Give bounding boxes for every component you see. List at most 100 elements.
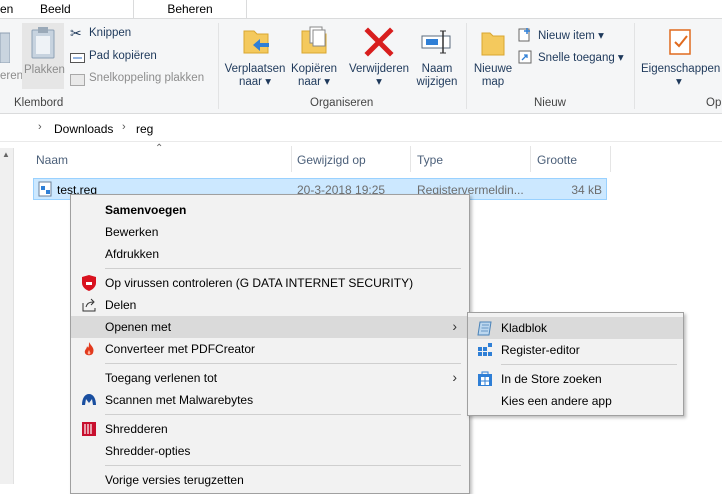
chevron-right-icon: › (38, 121, 42, 133)
column-header-name[interactable]: Naam (36, 153, 68, 167)
menu-item-share[interactable]: Delen (71, 294, 469, 316)
new-folder-icon (481, 32, 505, 56)
properties-label: Eigenschappen (641, 63, 721, 75)
paste-cut-button[interactable]: eren (0, 25, 23, 85)
clipboard-icon (0, 32, 10, 63)
paste-cut-label: eren (0, 70, 24, 82)
rename-icon (421, 30, 451, 54)
copy-to-button[interactable]: Kopiëren naar ▾ (288, 25, 340, 91)
submenu-item-label: Kladblok (501, 321, 548, 335)
easy-access-label: Snelle toegang ▾ (538, 52, 624, 64)
nav-pane-scrollbar[interactable]: ▲ (0, 148, 14, 484)
submenu-item-choose-app[interactable]: Kies een andere app (468, 390, 683, 412)
menu-item-label: Op virussen controleren (G DATA INTERNET… (105, 276, 414, 290)
new-folder-label: Nieuwe (473, 63, 513, 75)
new-item-icon (518, 28, 530, 42)
menu-item-shred[interactable]: Shredderen (71, 418, 469, 440)
menu-separator (105, 363, 461, 364)
menu-item-label: Bewerken (105, 225, 159, 239)
move-to-label-2: naar ▾ (239, 76, 271, 88)
column-header-modified[interactable]: Gewijzigd op (297, 153, 366, 167)
notepad-icon (477, 321, 492, 336)
file-size: 34 kB (571, 183, 602, 197)
column-divider[interactable] (530, 146, 531, 172)
rename-button[interactable]: Naam wijzigen (412, 25, 462, 91)
easy-access-button[interactable]: Snelle toegang ▾ (518, 49, 634, 67)
rename-label-2: wijzigen (416, 76, 458, 88)
menu-item-open-with[interactable]: Openen met › (71, 316, 469, 338)
menu-item-print[interactable]: Afdrukken (71, 243, 469, 265)
organize-group-label: Organiseren (310, 97, 374, 109)
delete-label: Verwijderen (348, 63, 410, 75)
paste-button[interactable]: Plakken (22, 23, 65, 89)
paste-shortcut-button[interactable]: Snelkoppeling plakken (70, 71, 210, 89)
column-divider[interactable] (291, 146, 292, 172)
delete-x-icon (364, 27, 394, 57)
menu-separator (105, 414, 461, 415)
new-item-label: Nieuw item ▾ (538, 30, 604, 42)
copy-to-label-2: naar ▾ (298, 76, 330, 88)
breadcrumb-reg[interactable]: reg (136, 122, 153, 136)
paste-shortcut-icon (70, 74, 85, 86)
menu-item-merge[interactable]: Samenvoegen (71, 199, 469, 221)
gdata-shield-icon (82, 275, 96, 291)
submenu-item-label: Kies een andere app (501, 394, 612, 408)
menu-separator (105, 465, 461, 466)
menu-item-pdfcreator[interactable]: Converteer met PDFCreator (71, 338, 469, 360)
column-header-size[interactable]: Grootte (537, 153, 577, 167)
ribbon-separator (466, 23, 467, 109)
scroll-up-arrow-icon[interactable]: ▲ (2, 150, 10, 159)
move-to-button[interactable]: Verplaatsen naar ▾ (222, 25, 288, 91)
column-divider[interactable] (410, 146, 411, 172)
copy-to-label: Kopiëren (290, 63, 338, 75)
submenu-chevron-icon: › (452, 369, 457, 385)
copy-path-icon (70, 53, 85, 63)
ribbon: eren Plakken ✂ Knippen Pad kopiëren Snel… (0, 19, 722, 114)
properties-button[interactable]: Eigenschappen ▾ (640, 25, 722, 91)
menu-item-previous-versions[interactable]: Vorige versies terugzetten (71, 469, 469, 491)
menu-item-label: Toegang verlenen tot (105, 371, 218, 385)
menu-item-shred-options[interactable]: Shredder-opties (71, 440, 469, 462)
delete-button[interactable]: Verwijderen ▾ (346, 25, 412, 91)
tab-file-partial[interactable]: en (0, 2, 13, 16)
menu-item-label: Shredderen (105, 422, 168, 436)
submenu-chevron-icon: › (452, 318, 457, 334)
menu-item-label: Openen met (105, 320, 172, 334)
cut-button[interactable]: ✂ Knippen (70, 25, 190, 44)
shredder-icon (82, 422, 96, 436)
column-divider[interactable] (610, 146, 611, 172)
menu-item-grant-access[interactable]: Toegang verlenen tot › (71, 367, 469, 389)
properties-dropdown-arrow: ▾ (676, 76, 682, 88)
properties-icon (669, 29, 691, 55)
delete-dropdown-arrow: ▾ (376, 76, 382, 88)
column-header-type[interactable]: Type (417, 153, 443, 167)
copy-path-button[interactable]: Pad kopiëren (70, 49, 190, 67)
menu-item-malwarebytes[interactable]: Scannen met Malwarebytes (71, 389, 469, 411)
new-folder-button[interactable]: Nieuwe map (470, 25, 516, 91)
copy-to-icon (301, 26, 327, 54)
submenu-item-notepad[interactable]: Kladblok (468, 317, 683, 339)
breadcrumb-downloads[interactable]: Downloads (54, 122, 113, 136)
move-to-label: Verplaatsen (224, 63, 286, 75)
pdfcreator-flame-icon (84, 342, 94, 356)
menu-item-label: Afdrukken (105, 247, 160, 261)
paste-shortcut-label: Snelkoppeling plakken (89, 72, 205, 84)
tab-manage[interactable]: Beheren (133, 0, 247, 19)
submenu-item-store[interactable]: In de Store zoeken (468, 368, 683, 390)
submenu-item-regedit[interactable]: Register-editor (468, 339, 683, 361)
ribbon-separator (634, 23, 635, 109)
new-item-button[interactable]: Nieuw item ▾ (518, 27, 628, 45)
share-icon (82, 298, 96, 312)
new-folder-label-2: map (481, 76, 505, 88)
address-bar[interactable]: › Downloads › reg (0, 117, 722, 142)
menu-item-label: Delen (105, 298, 137, 312)
menu-item-label: Samenvoegen (105, 203, 187, 217)
ribbon-separator (218, 23, 219, 109)
tab-view[interactable]: Beeld (40, 2, 71, 16)
submenu-item-label: Register-editor (501, 343, 580, 357)
menu-item-edit[interactable]: Bewerken (71, 221, 469, 243)
paste-label: Plakken (24, 64, 65, 76)
menu-item-virus-scan[interactable]: Op virussen controleren (G DATA INTERNET… (71, 272, 469, 294)
menu-item-label: Scannen met Malwarebytes (105, 393, 254, 407)
registry-editor-icon (478, 343, 492, 356)
